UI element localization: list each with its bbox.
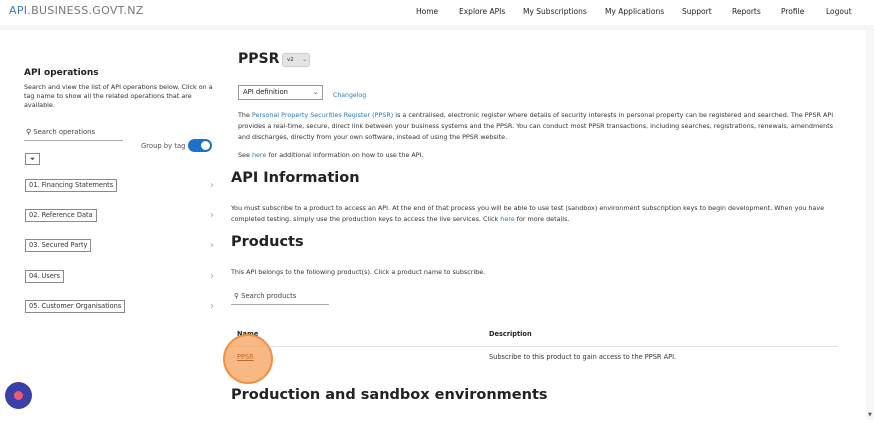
search-operations-placeholder: Search operations — [33, 128, 95, 136]
sidebar-title: API operations — [24, 68, 99, 78]
filter-icon[interactable]: ⏷ — [25, 153, 40, 165]
top-navigation-bar: API.BUSINESS.GOVT.NZ Home Explore APIs M… — [0, 0, 874, 25]
chevron-down-icon: ⌄ — [312, 89, 318, 96]
ppsr-link[interactable]: Personal Property Securities Register (P… — [252, 111, 393, 119]
group-by-tag-label: Group by tag — [141, 142, 186, 150]
search-products-input[interactable]: ⚲ Search products — [231, 289, 329, 305]
table-header-divider — [231, 346, 838, 347]
toggle-knob — [201, 141, 210, 150]
see-here-text: See here for additional information on h… — [238, 150, 838, 161]
intro-before: The — [238, 111, 252, 119]
chevron-right-icon[interactable]: › — [210, 240, 214, 251]
production-sandbox-heading: Production and sandbox environments — [231, 387, 548, 403]
search-icon: ⚲ — [26, 128, 32, 136]
record-dot — [14, 391, 23, 400]
tag-secured-party[interactable]: 03. Secured Party — [25, 239, 92, 252]
tag-users[interactable]: 04. Users — [25, 270, 65, 283]
see-here-link[interactable]: here — [252, 151, 266, 159]
api-intro-text: The Personal Property Securities Registe… — [238, 110, 838, 142]
nav-profile[interactable]: Profile — [781, 7, 804, 16]
products-description: This API belongs to the following produc… — [231, 268, 486, 276]
scrollbar-track[interactable] — [866, 25, 874, 420]
scroll-down-arrow-icon[interactable]: ▼ — [868, 412, 872, 418]
group-by-tag-toggle[interactable] — [188, 139, 212, 152]
nav-reports[interactable]: Reports — [732, 7, 761, 16]
tag-reference-data[interactable]: 02. Reference Data — [25, 209, 97, 222]
product-link-ppsr[interactable]: PPSR — [237, 353, 254, 361]
site-logo[interactable]: API.BUSINESS.GOVT.NZ — [9, 4, 144, 17]
api-information-text: You must subscribe to a product to acces… — [231, 203, 838, 225]
see-before: See — [238, 151, 252, 159]
api-info-here-link[interactable]: here — [500, 215, 514, 223]
api-info-after: for more details. — [514, 214, 570, 223]
product-description: Subscribe to this product to gain access… — [489, 353, 677, 361]
api-definition-value: API definition — [243, 88, 288, 96]
tag-customer-organisations[interactable]: 05. Customer Organisations — [25, 300, 126, 313]
nav-logout[interactable]: Logout — [826, 7, 852, 16]
page-title: PPSR — [238, 51, 280, 67]
chevron-right-icon[interactable]: › — [210, 180, 214, 191]
nav-home[interactable]: Home — [416, 7, 438, 16]
search-operations-input[interactable]: ⚲ Search operations — [24, 126, 123, 141]
chevron-right-icon[interactable]: › — [210, 210, 214, 221]
chevron-right-icon[interactable]: › — [210, 301, 214, 312]
nav-explore-apis[interactable]: Explore APIs — [459, 7, 505, 16]
brand-part-2: BUSINESS.GOVT.NZ — [31, 4, 144, 17]
see-after: for additional information on how to use… — [266, 151, 424, 159]
sidebar-description: Search and view the list of API operatio… — [24, 83, 213, 110]
chevron-right-icon[interactable]: › — [210, 271, 214, 282]
nav-support[interactable]: Support — [682, 7, 712, 16]
chevron-down-icon: ⌄ — [301, 56, 307, 63]
search-products-placeholder: Search products — [241, 292, 297, 300]
products-heading: Products — [231, 234, 304, 250]
tag-financing-statements[interactable]: 01. Financing Statements — [25, 179, 118, 192]
version-value: v2 — [287, 57, 294, 63]
table-header-description: Description — [489, 330, 532, 338]
api-definition-select[interactable]: API definition ⌄ — [238, 85, 323, 100]
api-information-heading: API Information — [231, 170, 360, 186]
changelog-link[interactable]: Changelog — [333, 92, 366, 99]
version-select[interactable]: v2 ⌄ — [282, 53, 310, 67]
nav-my-applications[interactable]: My Applications — [605, 7, 664, 16]
brand-part-1: API. — [9, 4, 32, 17]
header-divider — [0, 25, 874, 30]
record-icon[interactable] — [5, 382, 32, 409]
search-icon: ⚲ — [234, 292, 239, 300]
nav-my-subscriptions[interactable]: My Subscriptions — [523, 7, 587, 16]
